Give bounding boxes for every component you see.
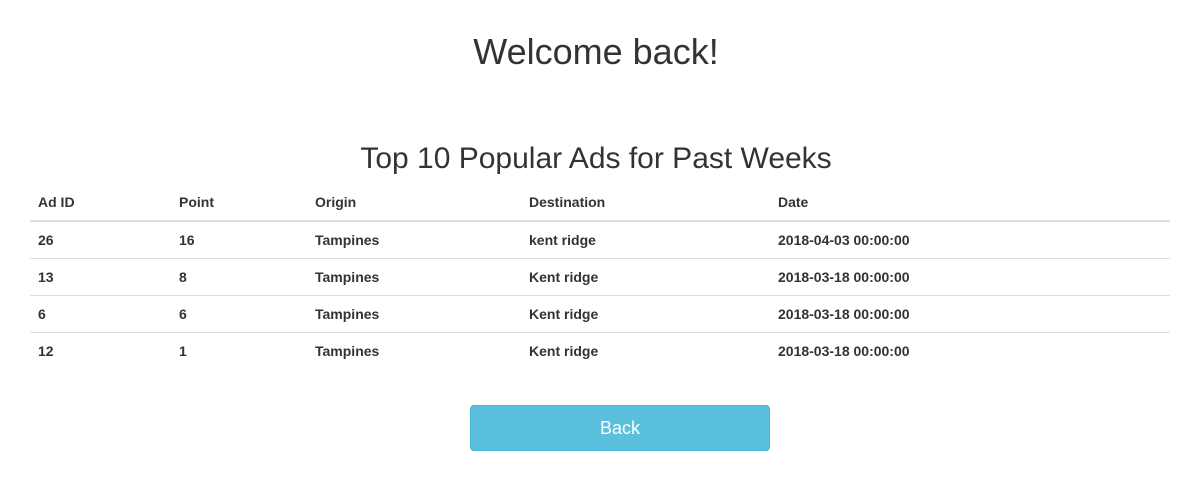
cell-ad-id: 12 [38,343,54,359]
column-header-destination: Destination [521,184,770,222]
cell-origin: Tampines [315,343,380,359]
page: Welcome back! Top 10 Popular Ads for Pas… [0,0,1192,478]
cell-origin: Tampines [307,258,521,296]
cell-point: 6 [171,295,307,333]
table-title: Top 10 Popular Ads for Past Weeks [360,142,832,175]
cell-destination: kent ridge [521,221,770,259]
table-row: 13 8 Tampines Kent ridge 2018-03-18 00:0… [30,258,1170,296]
cell-point: 8 [171,258,307,296]
table-row: 26 16 Tampines kent ridge 2018-04-03 00:… [30,221,1170,259]
cell-origin: Tampines [307,295,521,333]
table-row: 12 1 Tampines Kent ridge 2018-03-18 00:0… [30,333,1170,370]
cell-origin: Tampines [307,221,521,259]
column-header-origin: Origin [307,184,521,222]
back-button[interactable]: Back [470,405,770,451]
cell-destination: Kent ridge [521,295,770,333]
cell-date: 2018-03-18 00:00:00 [778,343,910,359]
table-row: 6 6 Tampines Kent ridge 2018-03-18 00:00… [30,295,1170,333]
cell-date: 2018-04-03 00:00:00 [770,221,1170,259]
cell-date: 2018-03-18 00:00:00 [770,258,1170,296]
cell-ad-id: 26 [30,221,171,259]
cell-point: 1 [179,343,187,359]
column-header-ad-id: Ad ID [30,184,171,222]
popular-ads-table: Ad ID Point Origin Destination Date 26 1… [30,184,1170,369]
cell-destination: Kent ridge [529,343,599,359]
page-title: Welcome back! [473,31,719,72]
cell-ad-id: 13 [30,258,171,296]
column-header-date: Date [770,184,1170,222]
column-header-point: Point [171,184,307,222]
cell-date: 2018-03-18 00:00:00 [770,295,1170,333]
back-button-container: Back [470,405,770,451]
cell-point: 16 [171,221,307,259]
cell-ad-id: 6 [30,295,171,333]
cell-destination: Kent ridge [521,258,770,296]
table-header-row: Ad ID Point Origin Destination Date [30,184,1170,222]
